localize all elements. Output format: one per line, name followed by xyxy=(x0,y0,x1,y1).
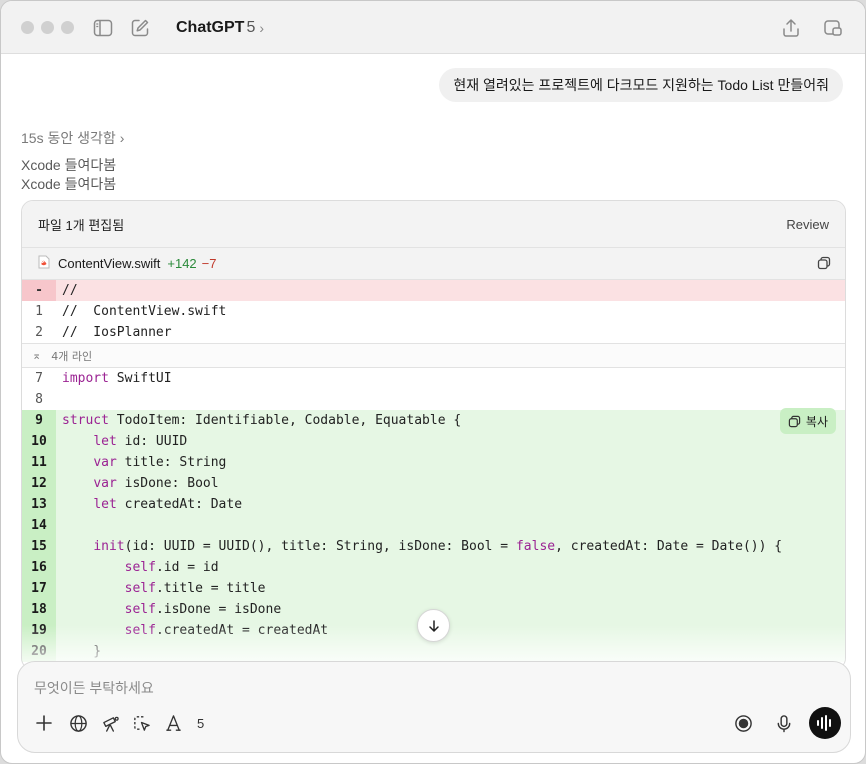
added-line: 9 struct TodoItem: Identifiable, Codable,… xyxy=(22,410,845,431)
removed-line: - // xyxy=(22,280,845,301)
added-line: 17 self.title = title xyxy=(22,578,845,599)
zoom-window-button[interactable] xyxy=(61,21,74,34)
deletions-count: −7 xyxy=(201,256,217,271)
action-line: Xcode 들여다봄 xyxy=(21,157,117,173)
context-line: 8 xyxy=(22,389,845,410)
line-number: 16 xyxy=(22,557,56,578)
app-window: ChatGPT 5 › 현재 열려있는 프로젝트에 다크모드 지원하는 Todo… xyxy=(0,0,866,764)
add-attachment-icon[interactable] xyxy=(33,712,55,734)
line-number: 7 xyxy=(35,371,43,386)
line-number: 18 xyxy=(22,599,56,620)
sidebar-toggle-icon[interactable] xyxy=(92,17,114,39)
chevron-right-icon: › xyxy=(119,130,125,146)
additions-count: +142 xyxy=(167,256,197,271)
diff-card: 파일 1개 편집됨 Review ContentView.swift +142 … xyxy=(21,200,846,670)
line-text: // ContentView.swift xyxy=(62,304,227,319)
line-number: 13 xyxy=(22,494,56,515)
waveform-icon xyxy=(817,715,831,731)
added-line: 11 var title: String xyxy=(22,452,845,473)
added-line: 13 let createdAt: Date xyxy=(22,494,845,515)
line-number: 11 xyxy=(22,452,56,473)
thinking-toggle[interactable]: 15s 동안 생각함 › xyxy=(21,128,124,148)
line-number: 1 xyxy=(35,304,43,319)
expand-icon: ⌅ xyxy=(32,349,42,362)
line-number: 20 xyxy=(22,641,56,662)
microphone-icon[interactable] xyxy=(773,712,795,734)
line-number: 14 xyxy=(22,515,56,536)
share-icon[interactable] xyxy=(780,17,802,39)
arrow-down-icon xyxy=(428,619,439,632)
copy-icon xyxy=(788,415,801,427)
line-number: 17 xyxy=(22,578,56,599)
line-number: 10 xyxy=(22,431,56,452)
model-selector[interactable]: ChatGPT 5 › xyxy=(176,19,264,37)
line-number: 8 xyxy=(35,392,43,407)
line-number: 12 xyxy=(22,473,56,494)
diff-card-title: 파일 1개 편집됨 xyxy=(38,217,125,233)
line-number: 19 xyxy=(22,620,56,641)
added-line: 15 init(id: UUID = UUID(), title: String… xyxy=(22,536,845,557)
expand-hidden-lines[interactable]: ⌅ 4개 라인 xyxy=(22,343,845,368)
context-line: 2 // IosPlanner xyxy=(22,322,845,343)
message-input[interactable]: 무엇이든 부탁하세요 xyxy=(34,678,154,698)
diff-card-header: 파일 1개 편집됨 Review xyxy=(22,201,845,248)
line-text: // xyxy=(62,283,78,298)
swift-file-icon xyxy=(38,255,50,272)
composer[interactable]: 무엇이든 부탁하세요 5 xyxy=(17,661,851,753)
globe-icon[interactable] xyxy=(67,712,89,734)
review-button[interactable]: Review xyxy=(786,217,829,232)
added-line: 12 var isDone: Bool xyxy=(22,473,845,494)
line-number: 9 xyxy=(22,410,56,431)
code-diff: - // 1 // ContentView.swift 2 // IosPlan… xyxy=(22,280,845,662)
thinking-label: 15s 동안 생각함 xyxy=(21,130,116,146)
scroll-to-bottom-button[interactable] xyxy=(417,609,450,642)
xcode-app-icon[interactable] xyxy=(162,712,184,734)
added-line: 16 self.id = id xyxy=(22,557,845,578)
action-line: Xcode 들여다봄 xyxy=(21,176,117,192)
file-name: ContentView.swift xyxy=(58,256,161,271)
window-mode-icon[interactable] xyxy=(822,17,844,39)
title-bar: ChatGPT 5 › xyxy=(1,1,865,54)
app-title-text: ChatGPT xyxy=(176,19,245,36)
added-line: 14 xyxy=(22,515,845,536)
chevron-right-icon: › xyxy=(259,20,265,36)
line-text: SwiftUI xyxy=(108,371,172,386)
keyword: import xyxy=(62,371,109,386)
added-line: 10 let id: UUID xyxy=(22,431,845,452)
line-number: 15 xyxy=(22,536,56,557)
tool-count: 5 xyxy=(197,716,205,731)
user-message-bubble: 현재 열려있는 프로젝트에 다크모드 지원하는 Todo List 만들어줘 xyxy=(439,68,843,102)
file-row[interactable]: ContentView.swift +142 −7 xyxy=(22,248,845,280)
copy-icon[interactable] xyxy=(817,256,831,273)
model-version: 5 xyxy=(246,19,256,36)
record-icon[interactable] xyxy=(732,712,754,734)
new-chat-icon[interactable] xyxy=(129,17,151,39)
copy-label: 복사 xyxy=(805,414,828,429)
line-text: // IosPlanner xyxy=(62,325,172,340)
voice-mode-button[interactable] xyxy=(809,707,841,739)
minimize-window-button[interactable] xyxy=(41,21,54,34)
hidden-lines-label: 4개 라인 xyxy=(51,349,93,363)
select-area-icon[interactable] xyxy=(130,712,152,734)
added-line: 20 } xyxy=(22,641,845,662)
copy-code-button[interactable]: 복사 xyxy=(779,408,836,434)
telescope-icon[interactable] xyxy=(99,712,121,734)
context-line: 7 import SwiftUI xyxy=(22,368,845,389)
line-marker: - xyxy=(22,280,56,301)
close-window-button[interactable] xyxy=(21,21,34,34)
line-number: 2 xyxy=(35,325,43,340)
context-line: 1 // ContentView.swift xyxy=(22,301,845,322)
